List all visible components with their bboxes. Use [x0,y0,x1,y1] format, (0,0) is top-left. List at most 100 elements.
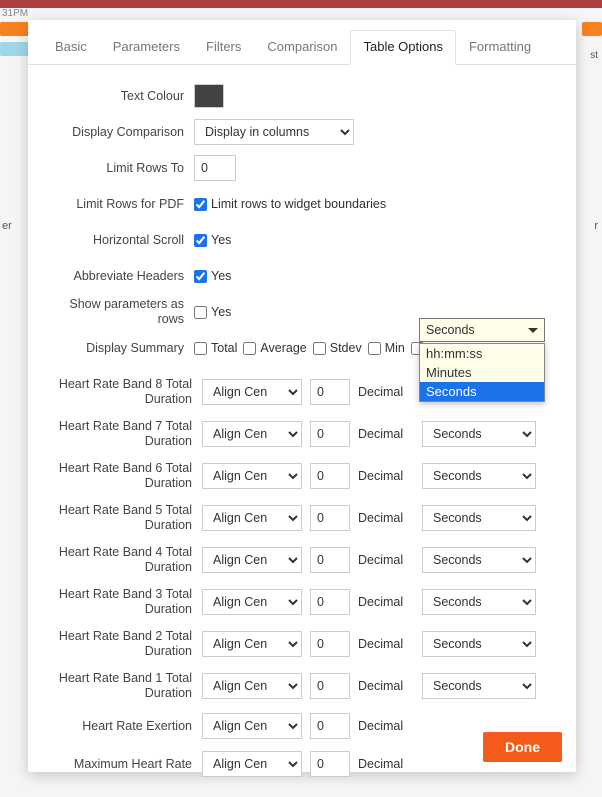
metric-align-select[interactable]: Align Center [202,713,302,739]
metric-label: Heart Rate Band 1 Total Duration [46,671,194,701]
tab-parameters[interactable]: Parameters [100,30,193,65]
metric-row: Heart Rate Band 2 Total Duration Align Ce… [46,629,558,659]
bg-text-right: r [594,220,598,232]
metric-row: Heart Rate Band 1 Total Duration Align Ce… [46,671,558,701]
horizontal-scroll-check[interactable]: Yes [194,233,231,247]
metric-unit-select[interactable]: Seconds [422,421,536,447]
metric-decimals-input[interactable] [310,547,350,573]
bg-text-left: er [2,220,12,232]
metric-decimals-input[interactable] [310,631,350,657]
abbreviate-headers-label: Abbreviate Headers [46,269,194,284]
metric-align-select[interactable]: Align Center [202,589,302,615]
metric-decimals-input[interactable] [310,713,350,739]
tab-basic[interactable]: Basic [42,30,100,65]
display-comparison-label: Display Comparison [46,125,194,140]
metric-align-select[interactable]: Align Center [202,379,302,405]
bg-timestamp: 31PM [2,8,28,19]
tab-comparison[interactable]: Comparison [254,30,350,65]
horizontal-scroll-label: Horizontal Scroll [46,233,194,248]
metric-align-select[interactable]: Align Center [202,505,302,531]
metric-align-select[interactable]: Align Center [202,547,302,573]
metric-unit-select[interactable]: Seconds [422,673,536,699]
limit-rows-pdf-check[interactable]: Limit rows to widget boundaries [194,197,386,211]
summary-average-check[interactable]: Average [243,341,306,355]
limit-rows-input[interactable] [194,155,236,181]
metric-decimal-label: Decimal [358,427,414,441]
summary-stdev-label: Stdev [330,341,362,355]
show-params-rows-label: Show parameters as rows [46,297,194,327]
abbreviate-headers-check[interactable]: Yes [194,269,231,283]
summary-total-label: Total [211,341,237,355]
tab-filters[interactable]: Filters [193,30,254,65]
metric-unit-select[interactable]: Seconds [422,631,536,657]
metric-row: Heart Rate Band 7 Total Duration Align Ce… [46,419,558,449]
metric-label: Heart Rate Band 6 Total Duration [46,461,194,491]
metric-decimals-input[interactable] [310,673,350,699]
chevron-down-icon [528,328,538,333]
tab-formatting[interactable]: Formatting [456,30,544,65]
show-params-rows-text: Yes [211,305,231,319]
metric-decimal-label: Decimal [358,757,414,771]
abbreviate-headers-text: Yes [211,269,231,283]
metric-decimal-label: Decimal [358,469,414,483]
unit-dropdown-popup[interactable]: hh:mm:ssMinutesSeconds [419,343,545,402]
metric-label: Heart Rate Band 2 Total Duration [46,629,194,659]
show-params-rows-check[interactable]: Yes [194,305,231,319]
metric-align-select[interactable]: Align Center [202,631,302,657]
metric-label: Maximum Heart Rate [46,757,194,772]
summary-total-check[interactable]: Total [194,341,237,355]
done-button[interactable]: Done [483,732,562,762]
limit-rows-pdf-text: Limit rows to widget boundaries [211,197,386,211]
unit-select-open[interactable]: Seconds [419,318,545,342]
metric-row: Maximum Heart Rate Align Center Decimal [46,751,558,777]
metric-label: Heart Rate Band 7 Total Duration [46,419,194,449]
metric-label: Heart Rate Exertion [46,719,194,734]
summary-stdev-check[interactable]: Stdev [313,341,362,355]
metric-row: Heart Rate ExertionAlign CenterDecimal [46,713,558,739]
metric-decimal-label: Decimal [358,385,414,399]
metric-unit-select[interactable]: Seconds [422,547,536,573]
metric-decimals-input[interactable] [310,463,350,489]
dialog-body: Text Colour Display Comparison Display i… [28,65,576,797]
tab-bar: BasicParametersFiltersComparisonTable Op… [28,20,576,65]
summary-min-label: Min [385,341,405,355]
dialog-footer: Done [483,732,562,762]
metric-label: Heart Rate Band 3 Total Duration [46,587,194,617]
unit-option-minutes[interactable]: Minutes [420,363,544,382]
metric-decimals-input[interactable] [310,751,350,777]
metric-decimal-label: Decimal [358,595,414,609]
summary-average-label: Average [260,341,306,355]
metric-unit-select[interactable]: Seconds [422,505,536,531]
metric-decimal-label: Decimal [358,553,414,567]
metric-align-select[interactable]: Align Center [202,421,302,447]
metric-label: Heart Rate Band 4 Total Duration [46,545,194,575]
tab-table-options[interactable]: Table Options [350,30,456,65]
limit-rows-label: Limit Rows To [46,161,194,176]
metric-align-select[interactable]: Align Center [202,463,302,489]
metric-label: Heart Rate Band 8 Total Duration [46,377,194,407]
limit-rows-pdf-label: Limit Rows for PDF [46,197,194,212]
summary-min-check[interactable]: Min [368,341,405,355]
metric-decimals-input[interactable] [310,379,350,405]
metric-unit-select[interactable]: Seconds [422,589,536,615]
unit-option-seconds[interactable]: Seconds [420,382,544,401]
horizontal-scroll-text: Yes [211,233,231,247]
metric-decimal-label: Decimal [358,679,414,693]
text-colour-swatch[interactable] [194,84,224,108]
metric-decimal-label: Decimal [358,637,414,651]
display-comparison-select[interactable]: Display in columns [194,119,354,145]
metric-decimals-input[interactable] [310,505,350,531]
metric-row: Heart Rate Band 6 Total Duration Align Ce… [46,461,558,491]
text-colour-label: Text Colour [46,89,194,104]
metric-align-select[interactable]: Align Center [202,751,302,777]
metric-unit-select[interactable]: Seconds [422,463,536,489]
metric-decimals-input[interactable] [310,589,350,615]
metric-row: Heart Rate Band 4 Total Duration Align Ce… [46,545,558,575]
metric-decimals-input[interactable] [310,421,350,447]
display-summary-label: Display Summary [46,341,194,356]
bg-text-st: st [590,50,598,61]
metric-align-select[interactable]: Align Center [202,673,302,699]
bg-stripe [0,0,602,8]
unit-option-hhmmss[interactable]: hh:mm:ss [420,344,544,363]
metric-row: Heart Rate Band 5 Total DurationAlign Ce… [46,503,558,533]
